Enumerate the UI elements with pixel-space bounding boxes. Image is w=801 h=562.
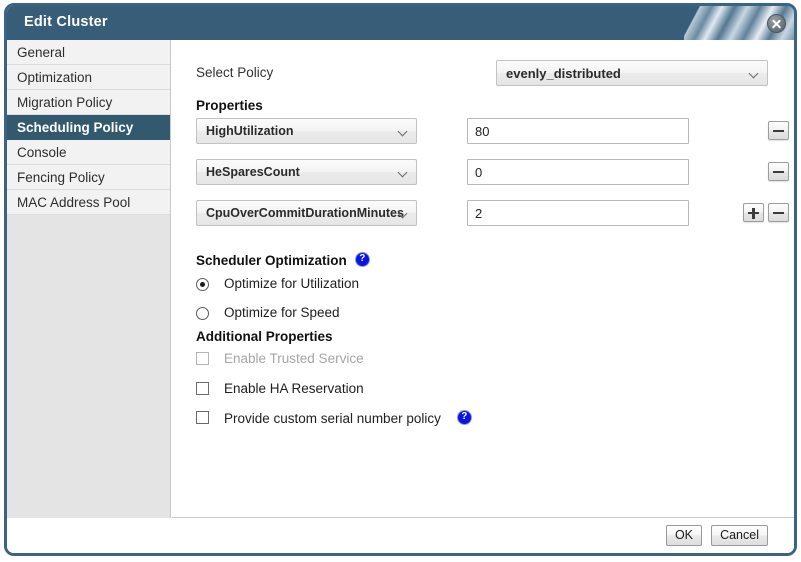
property-name-value-1: HeSparesCount [206,160,300,185]
sidebar-item-scheduling-policy[interactable]: Scheduling Policy [7,115,170,140]
chevron-down-icon [750,70,758,78]
checkbox-label-serial-number-policy: Provide custom serial number policy [224,410,472,426]
additional-properties-heading: Additional Properties [196,329,333,344]
help-icon[interactable] [355,252,370,267]
remove-property-button-0[interactable] [768,121,789,140]
content-pane: Select Policy evenly_distributed Propert… [172,40,794,518]
select-policy-value: evenly_distributed [506,61,621,86]
checkbox-indicator [196,411,209,424]
dialog-footer: OK Cancel [7,518,794,553]
property-name-dropdown-2[interactable]: CpuOverCommitDurationMinutes [196,200,417,226]
ok-button[interactable]: OK [666,525,702,546]
property-name-dropdown-0[interactable]: HighUtilization [196,118,417,144]
properties-heading: Properties [196,98,263,113]
property-name-value-2: CpuOverCommitDurationMinutes [206,201,404,226]
cancel-button[interactable]: Cancel [711,525,768,546]
dialog-titlebar: Edit Cluster [7,6,794,40]
checkbox-label-ha-reservation: Enable HA Reservation [224,381,364,396]
sidebar-item-mac-address-pool[interactable]: MAC Address Pool [7,190,170,215]
sidebar-item-optimization[interactable]: Optimization [7,65,170,90]
remove-property-button-1[interactable] [768,162,789,181]
sidebar-item-general[interactable]: General [7,40,170,65]
select-policy-row: Select Policy evenly_distributed [196,60,768,86]
radio-label-speed: Optimize for Speed [224,305,340,320]
sidebar-item-migration-policy[interactable]: Migration Policy [7,90,170,115]
property-value-input-0[interactable] [467,118,689,144]
scheduler-optimization-heading-text: Scheduler Optimization [196,253,347,268]
checkbox-indicator [196,382,209,395]
select-policy-dropdown[interactable]: evenly_distributed [496,60,768,86]
sidebar-item-console[interactable]: Console [7,140,170,165]
close-icon[interactable] [767,14,786,33]
scheduler-optimization-heading: Scheduler Optimization [196,252,370,268]
chevron-down-icon [399,169,407,177]
dialog-body: General Optimization Migration Policy Sc… [7,40,794,553]
checkbox-indicator [196,352,209,365]
property-name-dropdown-1[interactable]: HeSparesCount [196,159,417,185]
checkbox-label-trusted-service: Enable Trusted Service [224,351,364,366]
remove-property-button-2[interactable] [768,203,789,222]
table-row: HighUtilization [196,118,784,159]
radio-label-utilization: Optimize for Utilization [224,276,359,291]
help-icon[interactable] [457,410,472,425]
property-name-value-0: HighUtilization [206,119,294,144]
sidebar: General Optimization Migration Policy Sc… [7,40,171,518]
table-row: HeSparesCount [196,159,784,200]
table-row: CpuOverCommitDurationMinutes [196,200,784,241]
chevron-down-icon [399,128,407,136]
edit-cluster-dialog: Edit Cluster General Optimization Migrat… [4,3,797,556]
property-value-input-1[interactable] [467,159,689,185]
property-value-input-2[interactable] [467,200,689,226]
dialog-title: Edit Cluster [24,14,108,30]
sidebar-item-fencing-policy[interactable]: Fencing Policy [7,165,170,190]
checkbox-label-serial-number-policy-text: Provide custom serial number policy [224,411,441,426]
select-policy-label: Select Policy [196,65,273,80]
radio-indicator [196,307,209,320]
add-property-button[interactable] [743,203,764,222]
chevron-down-icon [399,210,407,218]
radio-indicator-selected [196,278,209,291]
properties-list: HighUtilization HeSparesCount [196,118,784,241]
